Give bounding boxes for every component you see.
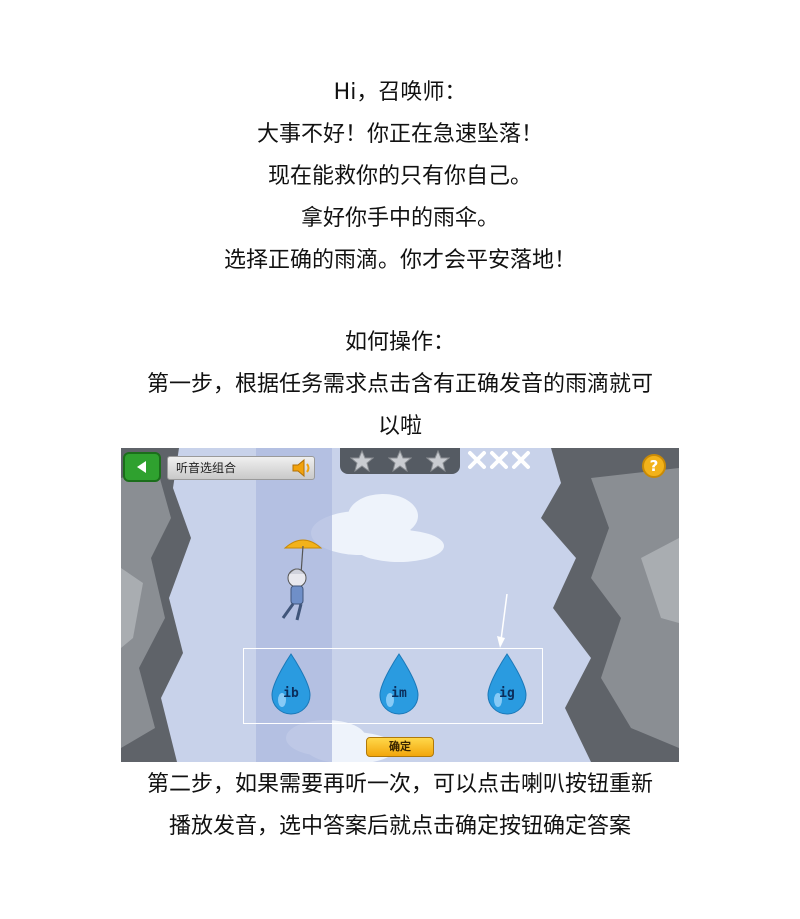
speaker-icon[interactable]: [291, 458, 313, 478]
raindrop-option-im[interactable]: im: [377, 652, 421, 718]
intro-text: Hi，召唤师： 大事不好！你正在急速坠落！ 现在能救你的只有你自己。 拿好你手中…: [0, 72, 800, 282]
help-button[interactable]: ?: [642, 454, 666, 478]
raindrop-icon: [379, 653, 419, 715]
confirm-button[interactable]: 确定: [366, 737, 434, 757]
intro-line-save-yourself: 现在能救你的只有你自己。: [267, 164, 532, 189]
howto-section: 如何操作： 第一步，根据任务需求点击含有正确发音的雨滴就可 以啦: [0, 322, 800, 448]
raindrop-icon: [271, 653, 311, 715]
cross-icon: [468, 451, 486, 469]
cross-icon: [512, 451, 530, 469]
raindrop-icon: [487, 653, 527, 715]
raindrop-option-ig[interactable]: ig: [485, 652, 529, 718]
falling-character: [281, 539, 323, 621]
step2-text-line2: 播放发音，选中答案后就点击确定按钮确定答案: [168, 814, 631, 839]
intro-line-greeting: Hi，召唤师：: [333, 80, 467, 105]
game-screenshot: 听音选组合 ? ib im ig 确定: [121, 448, 679, 762]
step1-text-line2: 以啦: [377, 414, 422, 439]
star-icon: [388, 450, 412, 472]
back-button[interactable]: [123, 452, 161, 482]
star-icon: [426, 450, 450, 472]
step2-section: 第二步，如果需要再听一次，可以点击喇叭按钮重新 播放发音，选中答案后就点击确定按…: [0, 764, 800, 848]
raindrop-label: ig: [499, 686, 515, 701]
back-arrow-icon: [137, 461, 146, 473]
raindrop-label: im: [391, 686, 407, 701]
raindrop-option-ib[interactable]: ib: [269, 652, 313, 718]
intro-line-umbrella: 拿好你手中的雨伞。: [300, 206, 499, 231]
lives-indicator: [467, 450, 535, 470]
step2-text-line1: 第二步，如果需要再听一次，可以点击喇叭按钮重新: [146, 772, 653, 797]
hint-arrow-icon: [497, 594, 508, 648]
cross-icon: [490, 451, 508, 469]
howto-heading: 如何操作：: [344, 330, 455, 355]
stars-rating: [340, 448, 460, 474]
step1-text-line1: 第一步，根据任务需求点击含有正确发音的雨滴就可: [146, 372, 653, 397]
intro-line-choose-drop: 选择正确的雨滴。你才会平安落地！: [223, 248, 576, 273]
star-icon: [350, 450, 374, 472]
raindrop-label: ib: [283, 686, 299, 701]
intro-line-falling: 大事不好！你正在急速坠落！: [256, 122, 543, 147]
